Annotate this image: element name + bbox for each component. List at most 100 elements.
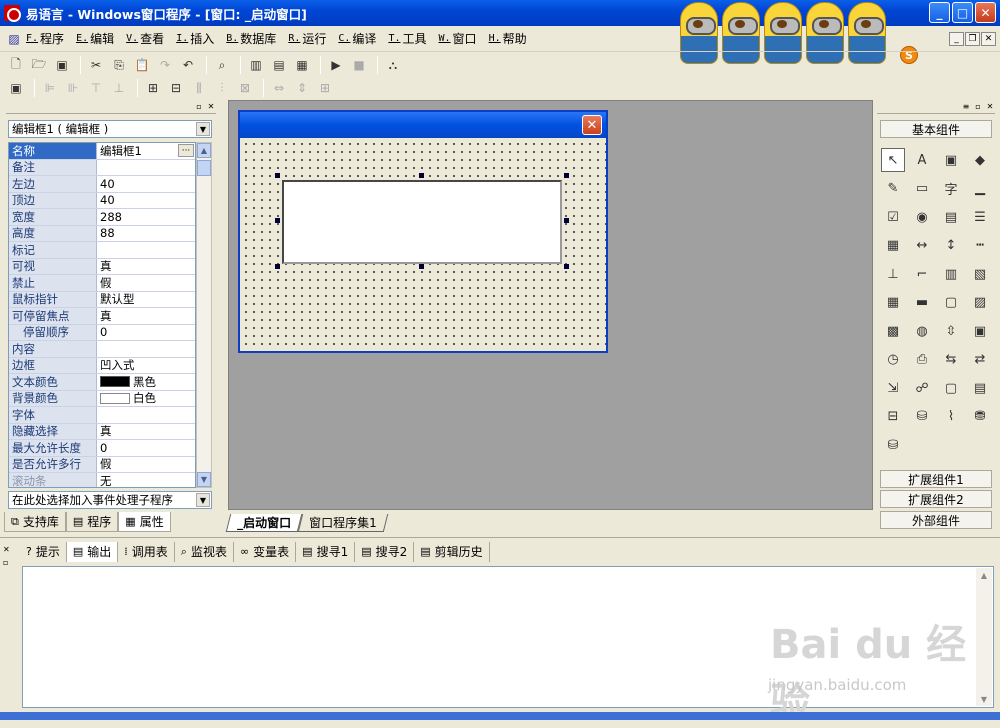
tab-clip-history[interactable]: ▤ 剪辑历史	[414, 541, 490, 562]
scroll-up-icon[interactable]: ▲	[197, 143, 211, 158]
tab-icon[interactable]: ▧	[968, 262, 992, 286]
property-value[interactable]: 黑色	[133, 374, 156, 390]
property-row[interactable]: 顶边 40	[9, 192, 195, 209]
undo-icon[interactable]: ↶	[178, 55, 198, 75]
tab-properties[interactable]: ▦ 属性	[118, 512, 171, 532]
property-value[interactable]	[97, 341, 195, 357]
property-row[interactable]: 背景颜色 白色	[9, 390, 195, 407]
mdi-close-button[interactable]: ✕	[981, 32, 996, 46]
space-horizontal-icon[interactable]: ⫼	[189, 78, 209, 98]
property-row[interactable]: 文本颜色 黑色	[9, 374, 195, 391]
menu-insert[interactable]: I. 插入	[176, 30, 214, 47]
resize-handle[interactable]	[275, 264, 280, 269]
network-icon[interactable]: ⇆	[939, 348, 963, 372]
dir-icon[interactable]: ▢	[939, 291, 963, 315]
open-folder-icon[interactable]: 🗁	[29, 55, 49, 75]
chart-icon[interactable]: ⌇	[939, 405, 963, 429]
minimize-button[interactable]: _	[929, 2, 950, 23]
property-value[interactable]: 真	[97, 308, 195, 324]
odbc2-icon[interactable]: ⛁	[881, 433, 905, 457]
scroll-up-icon[interactable]: ▲	[977, 568, 991, 582]
tab-startup-window[interactable]: _启动窗口	[225, 514, 303, 532]
property-value[interactable]: 真	[97, 259, 195, 275]
align-left-icon[interactable]: ⊫	[40, 78, 60, 98]
mdi-minimize-button[interactable]: _	[949, 32, 964, 46]
text-image-icon[interactable]: ▭	[910, 177, 934, 201]
menu-program[interactable]: F. 程序	[26, 30, 64, 47]
network2-icon[interactable]: ⇄	[968, 348, 992, 372]
tab-output[interactable]: ▤ 输出	[66, 541, 119, 562]
tab-support-library[interactable]: ⧉ 支持库	[4, 512, 66, 532]
hslider-icon[interactable]: ⊥	[881, 262, 905, 286]
resize-handle[interactable]	[275, 218, 280, 223]
mdi-restore-button[interactable]: ❐	[965, 32, 980, 46]
maximize-button[interactable]: □	[952, 2, 973, 23]
menu-help[interactable]: H. 帮助	[489, 30, 527, 47]
combo-icon[interactable]: ▤	[939, 205, 963, 229]
paste-icon[interactable]: 📋	[132, 55, 152, 75]
property-value[interactable]: 默认型	[97, 292, 195, 308]
property-row[interactable]: 隐藏选择真	[9, 423, 195, 440]
picture-box-icon[interactable]: ▣	[939, 148, 963, 172]
copy-icon[interactable]: ⎘	[109, 55, 129, 75]
property-value[interactable]: 0	[97, 325, 195, 341]
property-value[interactable]: 编辑框1	[100, 143, 142, 159]
vscroll-icon[interactable]: ↕	[939, 234, 963, 258]
tab-search2[interactable]: ▤ 搜寻2	[355, 541, 415, 562]
grid-snap-icon[interactable]: ⊞	[315, 78, 335, 98]
form-close-icon[interactable]: ✕	[582, 115, 602, 135]
space-vertical-icon[interactable]: ⫶	[212, 78, 232, 98]
property-row[interactable]: 是否允许多行假	[9, 456, 195, 473]
checkbox-icon[interactable]: ☑	[881, 205, 905, 229]
multiform-icon[interactable]: ▤	[968, 376, 992, 400]
calendar-icon[interactable]: ▨	[968, 291, 992, 315]
binoculars-icon[interactable]: ⛬	[383, 55, 403, 75]
printer-icon[interactable]: ⎙	[910, 348, 934, 372]
property-row[interactable]: 名称 编辑框1 ···	[9, 143, 195, 160]
property-value[interactable]: 88	[97, 226, 195, 242]
window-icon[interactable]: ▣	[968, 319, 992, 343]
property-row[interactable]: 高度 88	[9, 225, 195, 242]
center-horizontal-icon[interactable]: ⊞	[143, 78, 163, 98]
spin-icon[interactable]: ⇳	[939, 319, 963, 343]
property-row[interactable]: 可视真	[9, 258, 195, 275]
property-value[interactable]: 凹入式	[97, 358, 195, 374]
property-row[interactable]: 标记	[9, 242, 195, 259]
resize-handle[interactable]	[564, 218, 569, 223]
align-top-icon[interactable]: ⊤	[86, 78, 106, 98]
menu-database[interactable]: B. 数据库	[226, 30, 276, 47]
resize-handle[interactable]	[275, 173, 280, 178]
db-table-icon[interactable]: ⊟	[881, 405, 905, 429]
pointer-icon[interactable]: ↖	[881, 148, 905, 172]
cut-icon[interactable]: ✂	[86, 55, 106, 75]
property-row[interactable]: 滚动条无	[9, 473, 195, 487]
align-right-icon[interactable]: ⊪	[63, 78, 83, 98]
stop-icon[interactable]: ■	[349, 55, 369, 75]
resize-handle[interactable]	[419, 173, 424, 178]
editbox-control[interactable]	[282, 180, 562, 264]
extended-components-2-button[interactable]: 扩展组件2	[880, 490, 992, 508]
tab-program[interactable]: ▤ 程序	[65, 512, 119, 532]
scroll-thumb[interactable]	[197, 160, 211, 176]
property-row[interactable]: 可停留焦点真	[9, 308, 195, 325]
db-icon[interactable]: ⛁	[910, 405, 934, 429]
property-value[interactable]: 白色	[133, 391, 156, 407]
menu-view[interactable]: V. 查看	[126, 30, 164, 47]
menu-window[interactable]: W. 窗口	[439, 30, 477, 47]
ellipsis-button[interactable]: ···	[178, 144, 194, 158]
same-width-icon[interactable]: ⇔	[269, 78, 289, 98]
property-value[interactable]	[97, 160, 195, 176]
menu-run[interactable]: R. 运行	[288, 30, 326, 47]
client-icon[interactable]: ⇲	[881, 376, 905, 400]
panel-close-icon[interactable]: ✕	[206, 102, 216, 112]
extended-components-1-button[interactable]: 扩展组件1	[880, 470, 992, 488]
form-client-area[interactable]	[240, 138, 606, 351]
property-value[interactable]: 无	[97, 473, 195, 487]
menu-app-icon[interactable]: ▨	[6, 31, 22, 47]
frame-icon[interactable]: ⌐	[910, 262, 934, 286]
resize-handle[interactable]	[419, 264, 424, 269]
property-row[interactable]: 字体	[9, 407, 195, 424]
property-row[interactable]: 禁止假	[9, 275, 195, 292]
radio-icon[interactable]: ◉	[910, 205, 934, 229]
close-button[interactable]: ✕	[975, 2, 996, 23]
